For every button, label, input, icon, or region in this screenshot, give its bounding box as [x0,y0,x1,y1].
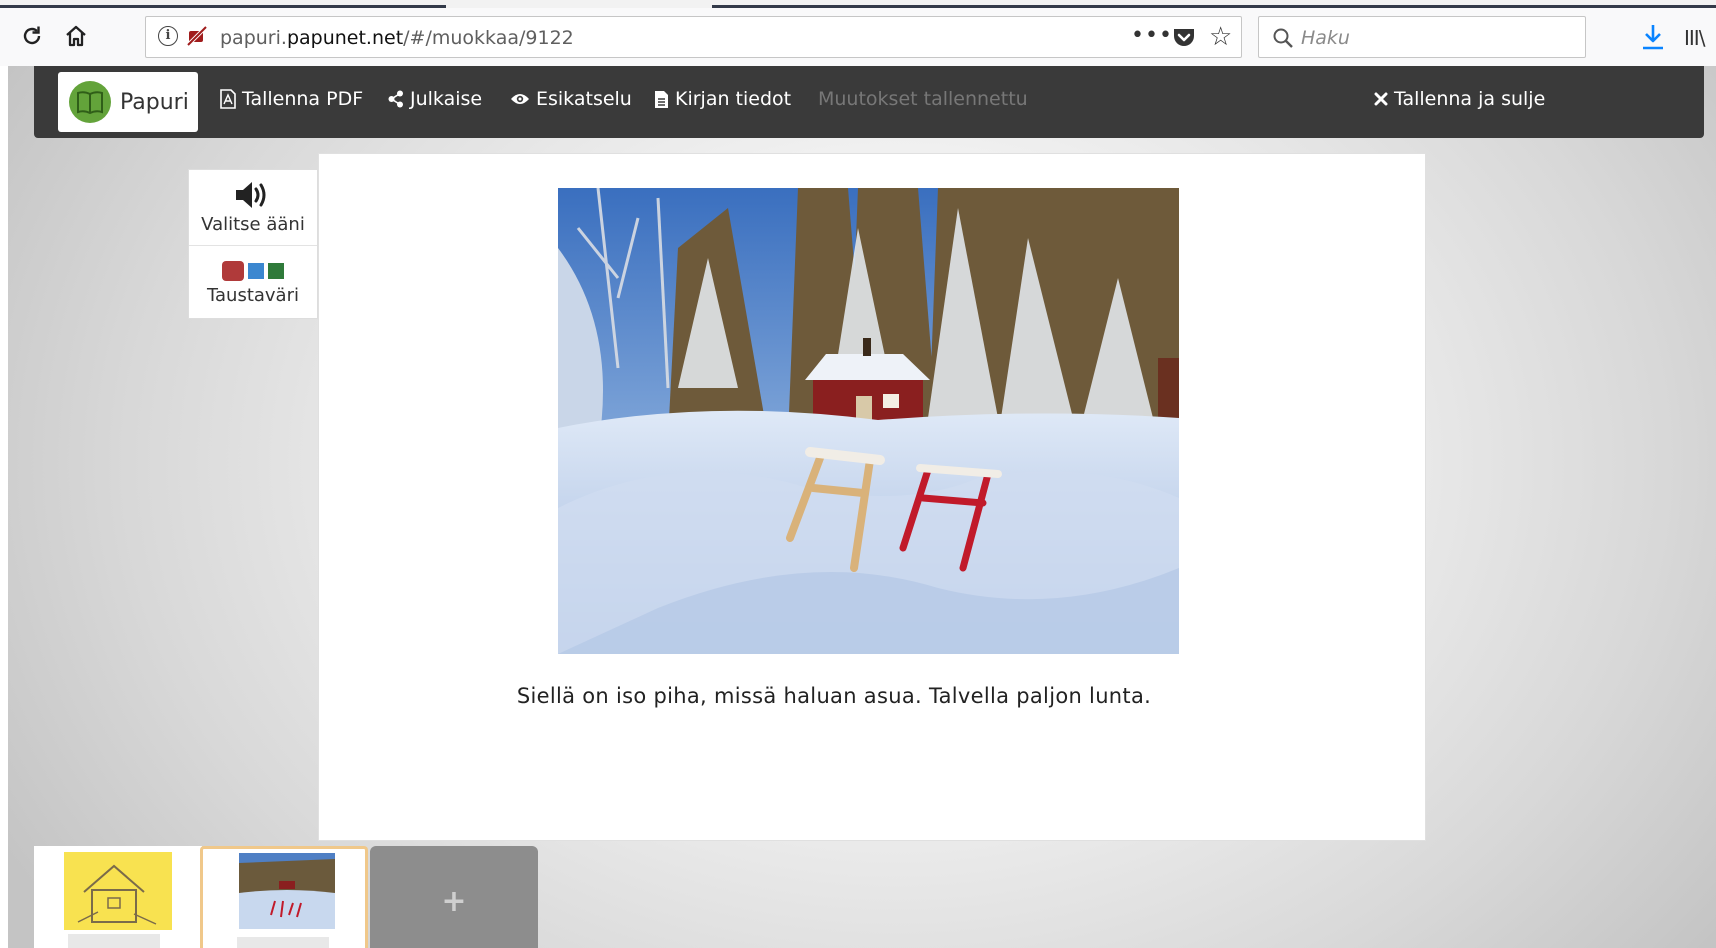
pocket-icon[interactable] [1172,26,1196,48]
eye-icon [510,92,530,106]
page-caption[interactable]: Siellä on iso piha, missä haluan asua. T… [319,684,1349,708]
select-sound-label: Valitse ääni [201,214,305,235]
info-icon[interactable]: i [158,26,178,46]
page-actions-button[interactable]: ••• [1131,23,1173,48]
close-icon [1374,92,1388,106]
add-page-button[interactable]: + [370,846,538,948]
url-domain: papunet.net [286,27,404,49]
color-swatches [222,260,284,281]
browser-toolbar: i papuri.papunet.net/#/muokkaa/9122 ••• … [0,8,1716,66]
library-icon[interactable]: III\ [1684,26,1705,50]
pdf-icon [220,89,236,109]
save-and-close-button[interactable]: Tallenna ja sulje [1374,88,1545,110]
page-thumbnail-selected[interactable] [200,846,368,948]
house-drawing-thumbnail [64,852,172,930]
bookmark-star-icon[interactable]: ☆ [1209,22,1232,52]
save-and-close-label: Tallenna ja sulje [1394,88,1546,110]
swatch-red [222,260,244,281]
book-page-canvas[interactable]: Siellä on iso piha, missä haluan asua. T… [318,153,1426,841]
swatch-blue [248,262,264,279]
preview-button[interactable]: Esikatselu [510,88,632,110]
url-path: /#/muokkaa/9122 [403,27,574,49]
background-color-button[interactable]: Taustaväri [189,245,317,320]
winter-yard-thumbnail [239,853,335,929]
home-icon[interactable] [60,20,92,52]
swatch-green [268,262,284,279]
page-image-winter-yard[interactable] [558,188,1179,654]
plus-icon: + [441,883,467,919]
url-bar[interactable]: i papuri.papunet.net/#/muokkaa/9122 ••• … [145,16,1242,58]
select-sound-button[interactable]: Valitse ääni [189,170,317,245]
search-bar[interactable] [1258,16,1586,58]
document-icon [654,90,669,109]
publish-label: Julkaise [410,88,483,110]
blocked-permissions-icon[interactable] [186,25,208,47]
brand-logo[interactable]: Papuri [58,72,198,132]
search-icon [1273,28,1293,48]
preview-label: Esikatselu [536,88,632,110]
speaker-icon [236,182,266,208]
book-logo-icon [69,81,111,123]
publish-button[interactable]: Julkaise [388,88,482,110]
save-pdf-button[interactable]: Tallenna PDF [220,88,363,110]
page-viewport: Papuri Tallenna PDF Julkaise Esikatselu … [8,66,1716,948]
reload-icon[interactable] [16,20,48,52]
url-text[interactable]: papuri.papunet.net/#/muokkaa/9122 [220,27,574,49]
download-icon[interactable] [1640,22,1666,52]
brand-name: Papuri [120,89,189,115]
book-info-label: Kirjan tiedot [675,88,792,110]
book-info-button[interactable]: Kirjan tiedot [654,88,791,110]
search-input[interactable] [1301,23,1571,53]
url-prefix: papuri. [220,27,287,49]
page-thumbnail[interactable] [34,846,202,948]
thumbnail-caption-bar [68,934,160,948]
save-status: Muutokset tallennettu [818,88,1028,110]
share-icon [388,90,404,108]
thumbnail-caption-bar [237,937,329,948]
background-color-label: Taustaväri [206,284,299,306]
app-toolbar: Papuri Tallenna PDF Julkaise Esikatselu … [34,66,1704,138]
page-tools-panel: Valitse ääni Taustaväri [188,169,318,319]
save-pdf-label: Tallenna PDF [242,88,364,110]
tab-strip [0,0,1716,8]
